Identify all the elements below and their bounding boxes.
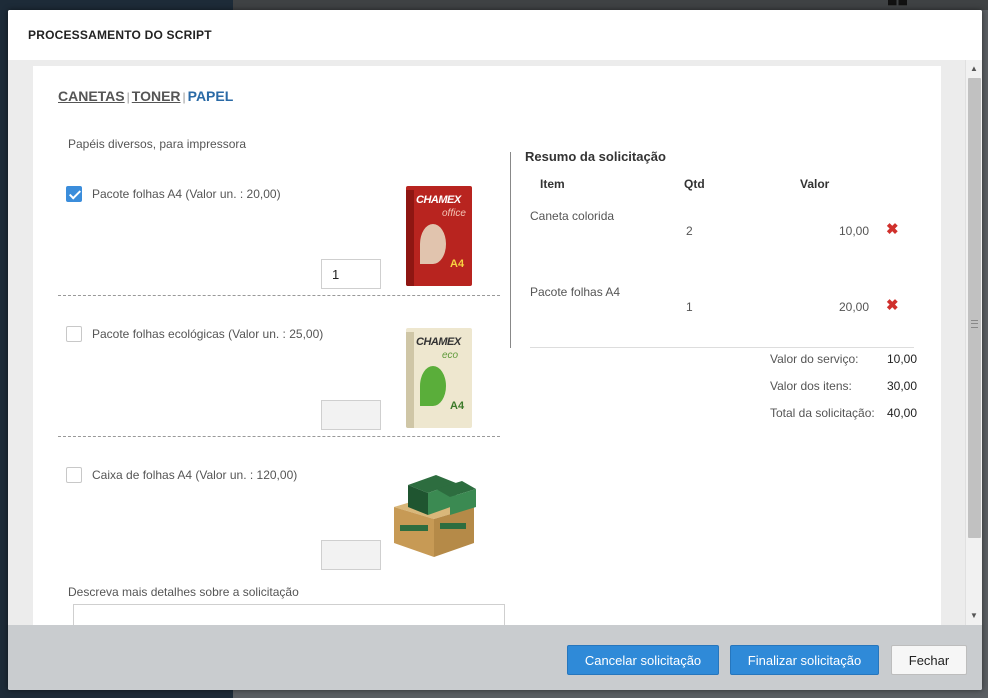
- chamex-eco-pack-image: CHAMEX eco A4: [406, 328, 472, 428]
- background-header: [233, 0, 988, 10]
- scroll-up-arrow-icon[interactable]: ▲: [966, 62, 982, 76]
- summary-row-qtd: 2: [686, 224, 693, 238]
- background-header-icon: ▀▀: [888, 0, 910, 12]
- items-value-label: Valor dos itens:: [770, 379, 852, 393]
- finish-request-button[interactable]: Finalizar solicitação: [730, 645, 879, 675]
- section-subtitle: Papéis diversos, para impressora: [68, 137, 247, 151]
- quantity-input[interactable]: [321, 540, 381, 570]
- pack-size: A4: [450, 400, 465, 412]
- service-value: 10,00: [887, 352, 918, 366]
- product-item: Caixa de folhas A4 (Valor un. : 120,00): [58, 467, 500, 577]
- pack-subbrand: office: [442, 208, 466, 219]
- product-item: Pacote folhas A4 (Valor un. : 20,00) CHA…: [58, 186, 500, 296]
- cancel-request-button[interactable]: Cancelar solicitação: [567, 645, 719, 675]
- details-label: Descreva mais detalhes sobre a solicitaç…: [68, 585, 299, 599]
- pack-size: A4: [450, 258, 465, 270]
- processing-modal: PROCESSAMENTO DO SCRIPT CANETAS | TONER | PA…: [8, 10, 982, 690]
- item-divider: [58, 436, 500, 437]
- tab-separator: |: [126, 90, 130, 104]
- product-checkbox[interactable]: [66, 186, 82, 202]
- modal-scrollbar[interactable]: ▲ ▼: [965, 60, 982, 625]
- items-value: 30,00: [887, 379, 918, 393]
- summary-row-item: Pacote folhas A4: [530, 285, 621, 299]
- summary-title: Resumo da solicitação: [525, 149, 666, 164]
- request-total-label: Total da solicitação:: [770, 406, 875, 420]
- modal-body: CANETAS | TONER | PAPEL Papéis diversos, par…: [8, 60, 982, 625]
- summary-divider: [530, 347, 914, 348]
- summary-header-qtd: Qtd: [684, 177, 705, 191]
- chamex-office-pack-image: CHAMEX office A4: [406, 186, 472, 286]
- modal-header: PROCESSAMENTO DO SCRIPT: [8, 10, 982, 60]
- category-tabs: CANETAS | TONER | PAPEL: [58, 88, 233, 104]
- remove-x-icon[interactable]: ✖: [886, 222, 899, 237]
- summary-header-valor: Valor: [800, 177, 830, 191]
- item-divider: [58, 295, 500, 296]
- details-textarea[interactable]: [73, 604, 505, 625]
- summary-row-qtd: 1: [686, 300, 693, 314]
- form-panel: CANETAS | TONER | PAPEL Papéis diversos, par…: [33, 66, 941, 625]
- summary-separator: [510, 152, 511, 348]
- summary-row-valor: 10,00: [838, 224, 869, 238]
- close-button[interactable]: Fechar: [891, 645, 967, 675]
- pack-brand: CHAMEX: [416, 194, 461, 206]
- remove-x-icon[interactable]: ✖: [886, 298, 899, 313]
- modal-title: PROCESSAMENTO DO SCRIPT: [28, 28, 212, 42]
- product-item: Pacote folhas ecológicas (Valor un. : 25…: [58, 326, 500, 438]
- tab-toner[interactable]: TONER: [132, 88, 181, 104]
- scroll-thumb[interactable]: [968, 78, 981, 538]
- pack-subbrand: eco: [442, 350, 459, 361]
- summary-row-valor: 20,00: [838, 300, 869, 314]
- modal-footer: Cancelar solicitação Finalizar solicitaç…: [8, 625, 982, 690]
- product-label: Pacote folhas A4 (Valor un. : 20,00): [92, 187, 281, 201]
- scroll-down-arrow-icon[interactable]: ▼: [966, 609, 982, 623]
- quantity-input[interactable]: [321, 259, 381, 289]
- copimax-box-image: [390, 467, 478, 559]
- product-label: Pacote folhas ecológicas (Valor un. : 25…: [92, 327, 324, 341]
- tab-papel[interactable]: PAPEL: [188, 88, 234, 104]
- product-checkbox[interactable]: [66, 326, 82, 342]
- quantity-input[interactable]: [321, 400, 381, 430]
- tab-canetas[interactable]: CANETAS: [58, 88, 125, 104]
- scroll-grip-icon: [971, 320, 978, 328]
- pack-brand: CHAMEX: [416, 336, 461, 348]
- service-value-label: Valor do serviço:: [770, 352, 859, 366]
- summary-row-item: Caneta colorida: [530, 209, 615, 223]
- tab-separator: |: [182, 90, 186, 104]
- summary-header-item: Item: [540, 177, 565, 191]
- product-checkbox[interactable]: [66, 467, 82, 483]
- request-total: 40,00: [887, 406, 918, 420]
- product-label: Caixa de folhas A4 (Valor un. : 120,00): [92, 468, 298, 482]
